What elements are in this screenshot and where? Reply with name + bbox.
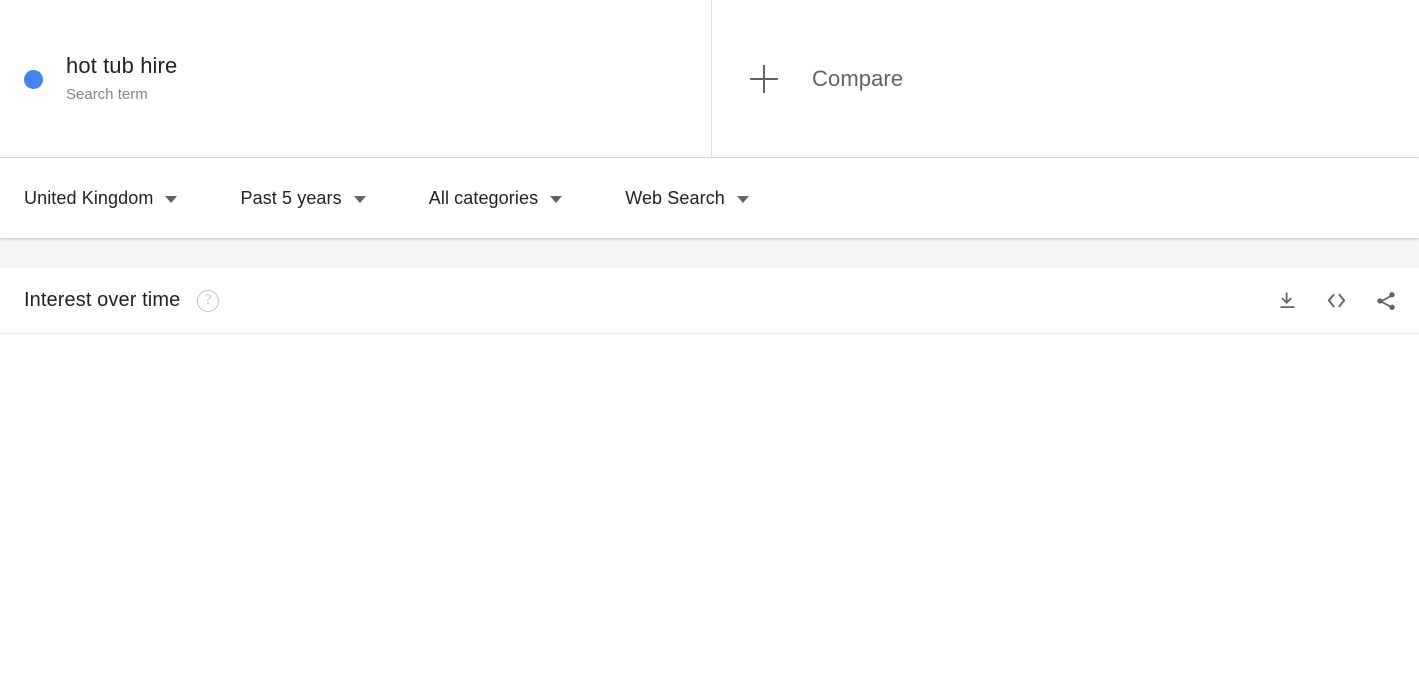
card-actions [1277,289,1397,312]
series-color-dot [24,70,43,89]
filter-location[interactable]: United Kingdom [24,187,178,209]
section-separator [0,238,1419,268]
search-term-title: hot tub hire [66,52,178,78]
page-title: Interest over time [24,289,181,311]
filter-time-range-label: Past 5 years [240,187,342,208]
share-icon[interactable] [1375,290,1397,312]
search-term-subtitle: Search term [66,85,148,103]
compare-button[interactable]: Compare [712,0,1419,157]
search-term-card[interactable]: hot tub hire Search term [0,0,712,157]
interest-over-time-chart[interactable]: 255075100Jun 12, 20…Dec 10, 2017Jun 9, 2… [0,334,1419,682]
embed-code-icon[interactable] [1325,289,1348,312]
filter-category[interactable]: All categories [428,187,563,209]
filter-location-label: United Kingdom [24,187,154,208]
term-compare-row: hot tub hire Search term Compare [0,0,1419,158]
card-header: Interest over time ? [0,268,1419,334]
chevron-down-icon [736,196,749,203]
chevron-down-icon [550,196,563,203]
chevron-down-icon [353,196,366,203]
search-term-texts: hot tub hire Search term [66,51,177,107]
plus-icon [750,64,778,93]
interest-over-time-card: Interest over time ? [0,268,1419,683]
help-icon[interactable]: ? [197,289,220,312]
filter-category-label: All categories [428,187,539,208]
filter-bar: United Kingdom Past 5 years All categori… [0,158,1419,238]
filter-search-type-label: Web Search [625,187,725,208]
chevron-down-icon [165,196,178,203]
chart-svg: 255075100Jun 12, 20…Dec 10, 2017Jun 9, 2… [0,334,1419,682]
filter-search-type[interactable]: Web Search [625,188,749,209]
compare-label: Compare [812,65,904,91]
download-icon[interactable] [1277,290,1298,311]
filter-time-range[interactable]: Past 5 years [240,187,366,209]
